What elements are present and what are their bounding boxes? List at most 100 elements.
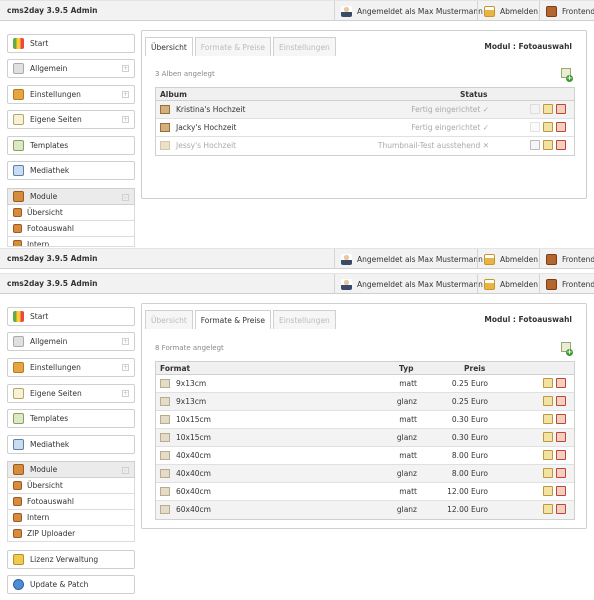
user-link[interactable]: Angemeldet als Max Mustermann <box>334 274 489 294</box>
format-typ: matt <box>399 415 417 424</box>
table-row: 9x13cm glanz 0.25 Euro <box>156 393 574 411</box>
module-item-zip-uploader[interactable]: ZIP Uploader <box>7 526 135 542</box>
tab-uebersicht[interactable]: Übersicht <box>145 37 193 56</box>
user-link[interactable]: Angemeldet als Max Mustermann <box>334 249 489 269</box>
tab-einstellungen[interactable]: Einstellungen <box>272 310 336 329</box>
table-row: 60x40cm matt 12.00 Euro <box>156 483 574 501</box>
edit-icon[interactable] <box>543 122 553 132</box>
expand-icon[interactable]: + <box>122 390 129 397</box>
delete-icon[interactable] <box>556 378 566 388</box>
delete-icon[interactable] <box>556 468 566 478</box>
delete-icon[interactable] <box>556 504 566 514</box>
add-format-icon[interactable] <box>561 342 573 356</box>
sidebar-item-allgemein[interactable]: Allgemein + <box>7 59 135 78</box>
tab-einstellungen[interactable]: Einstellungen <box>272 37 336 56</box>
frontend-link[interactable]: Frontend <box>539 1 594 21</box>
sidebar-item-module[interactable]: Module - <box>7 188 135 205</box>
logout-link[interactable]: Abmelden <box>477 274 544 294</box>
sidebar-item-allgemein[interactable]: Allgemein + <box>7 332 135 351</box>
edit-icon[interactable] <box>543 468 553 478</box>
edit-icon[interactable] <box>543 414 553 424</box>
sidebar-label: Templates <box>30 414 69 423</box>
settings-icon <box>13 362 24 373</box>
sidebar-label: Start <box>30 312 49 321</box>
module-label: Übersicht <box>27 481 63 490</box>
sidebar-item-einstellungen[interactable]: Einstellungen + <box>7 358 135 377</box>
edit-icon[interactable] <box>543 396 553 406</box>
sidebar-item-eigene-seiten[interactable]: Eigene Seiten + <box>7 110 135 129</box>
module-item-intern[interactable]: Intern <box>7 237 135 247</box>
edit-icon[interactable] <box>543 104 553 114</box>
sidebar-label: Lizenz Verwaltung <box>30 555 99 564</box>
album-count: 3 Alben angelegt <box>155 70 215 78</box>
module-item-fotoauswahl[interactable]: Fotoauswahl <box>7 494 135 510</box>
user-link[interactable]: Angemeldet als Max Mustermann <box>334 1 489 21</box>
collapse-icon[interactable]: - <box>122 194 129 201</box>
sidebar-item-update[interactable]: Update & Patch <box>7 575 135 594</box>
sidebar-item-start[interactable]: Start <box>7 307 135 326</box>
check-icon[interactable] <box>530 122 540 132</box>
edit-icon[interactable] <box>543 450 553 460</box>
check-icon[interactable] <box>530 104 540 114</box>
frontend-link[interactable]: Frontend <box>539 249 594 269</box>
edit-icon[interactable] <box>543 432 553 442</box>
format-preis: 8.00 Euro <box>451 469 488 478</box>
sidebar-item-templates[interactable]: Templates <box>7 409 135 428</box>
sidebar-item-module[interactable]: Module - <box>7 461 135 478</box>
edit-icon[interactable] <box>543 378 553 388</box>
expand-icon[interactable]: + <box>122 364 129 371</box>
format-name: 10x15cm <box>176 415 211 424</box>
collapse-icon[interactable]: - <box>122 467 129 474</box>
tab-uebersicht[interactable]: Übersicht <box>145 310 193 329</box>
sidebar-label: Eigene Seiten <box>30 389 82 398</box>
delete-icon[interactable] <box>556 432 566 442</box>
delete-icon[interactable] <box>556 122 566 132</box>
edit-icon[interactable] <box>543 140 553 150</box>
check-icon[interactable] <box>530 140 540 150</box>
expand-icon[interactable]: + <box>122 91 129 98</box>
delete-icon[interactable] <box>556 140 566 150</box>
tab-formate[interactable]: Formate & Preise <box>194 310 271 329</box>
sidebar-label: Eigene Seiten <box>30 115 82 124</box>
expand-icon[interactable]: + <box>122 116 129 123</box>
sidebar-item-mediathek[interactable]: Mediathek <box>7 161 135 180</box>
sidebar-item-start[interactable]: Start <box>7 34 135 53</box>
sidebar-item-mediathek[interactable]: Mediathek <box>7 435 135 454</box>
sidebar-item-lizenz[interactable]: Lizenz Verwaltung <box>7 550 135 569</box>
sidebar-item-einstellungen[interactable]: Einstellungen + <box>7 85 135 104</box>
edit-icon[interactable] <box>543 504 553 514</box>
top-bar-3: cms2day 3.9.5 Admin Angemeldet als Max M… <box>0 273 594 294</box>
page-icon <box>13 114 24 125</box>
module-item-uebersicht[interactable]: Übersicht <box>7 205 135 221</box>
logout-label: Abmelden <box>500 254 539 264</box>
sidebar-item-eigene-seiten[interactable]: Eigene Seiten + <box>7 384 135 403</box>
col-typ: Typ <box>399 364 414 373</box>
sidebar-label: Templates <box>30 141 69 150</box>
expand-icon[interactable]: + <box>122 65 129 72</box>
module-item-fotoauswahl[interactable]: Fotoauswahl <box>7 221 135 237</box>
module-item-uebersicht[interactable]: Übersicht <box>7 478 135 494</box>
logout-link[interactable]: Abmelden <box>477 1 544 21</box>
delete-icon[interactable] <box>556 396 566 406</box>
delete-icon[interactable] <box>556 414 566 424</box>
format-name: 9x13cm <box>176 379 207 388</box>
logout-link[interactable]: Abmelden <box>477 249 544 269</box>
format-preis: 0.25 Euro <box>451 379 488 388</box>
sidebar-label: Mediathek <box>30 440 70 449</box>
chart-icon <box>13 311 24 322</box>
media-icon <box>13 439 24 450</box>
delete-icon[interactable] <box>556 486 566 496</box>
tab-formate[interactable]: Formate & Preise <box>194 37 271 56</box>
edit-icon[interactable] <box>543 486 553 496</box>
delete-icon[interactable] <box>556 104 566 114</box>
format-preis: 12.00 Euro <box>447 505 488 514</box>
col-status: Status <box>460 90 488 99</box>
lock-icon <box>484 278 495 290</box>
expand-icon[interactable]: + <box>122 338 129 345</box>
sidebar-item-templates[interactable]: Templates <box>7 136 135 155</box>
module-item-intern[interactable]: Intern <box>7 510 135 526</box>
add-album-icon[interactable] <box>561 68 573 82</box>
module-icon <box>13 224 22 233</box>
frontend-link[interactable]: Frontend <box>539 274 594 294</box>
delete-icon[interactable] <box>556 450 566 460</box>
